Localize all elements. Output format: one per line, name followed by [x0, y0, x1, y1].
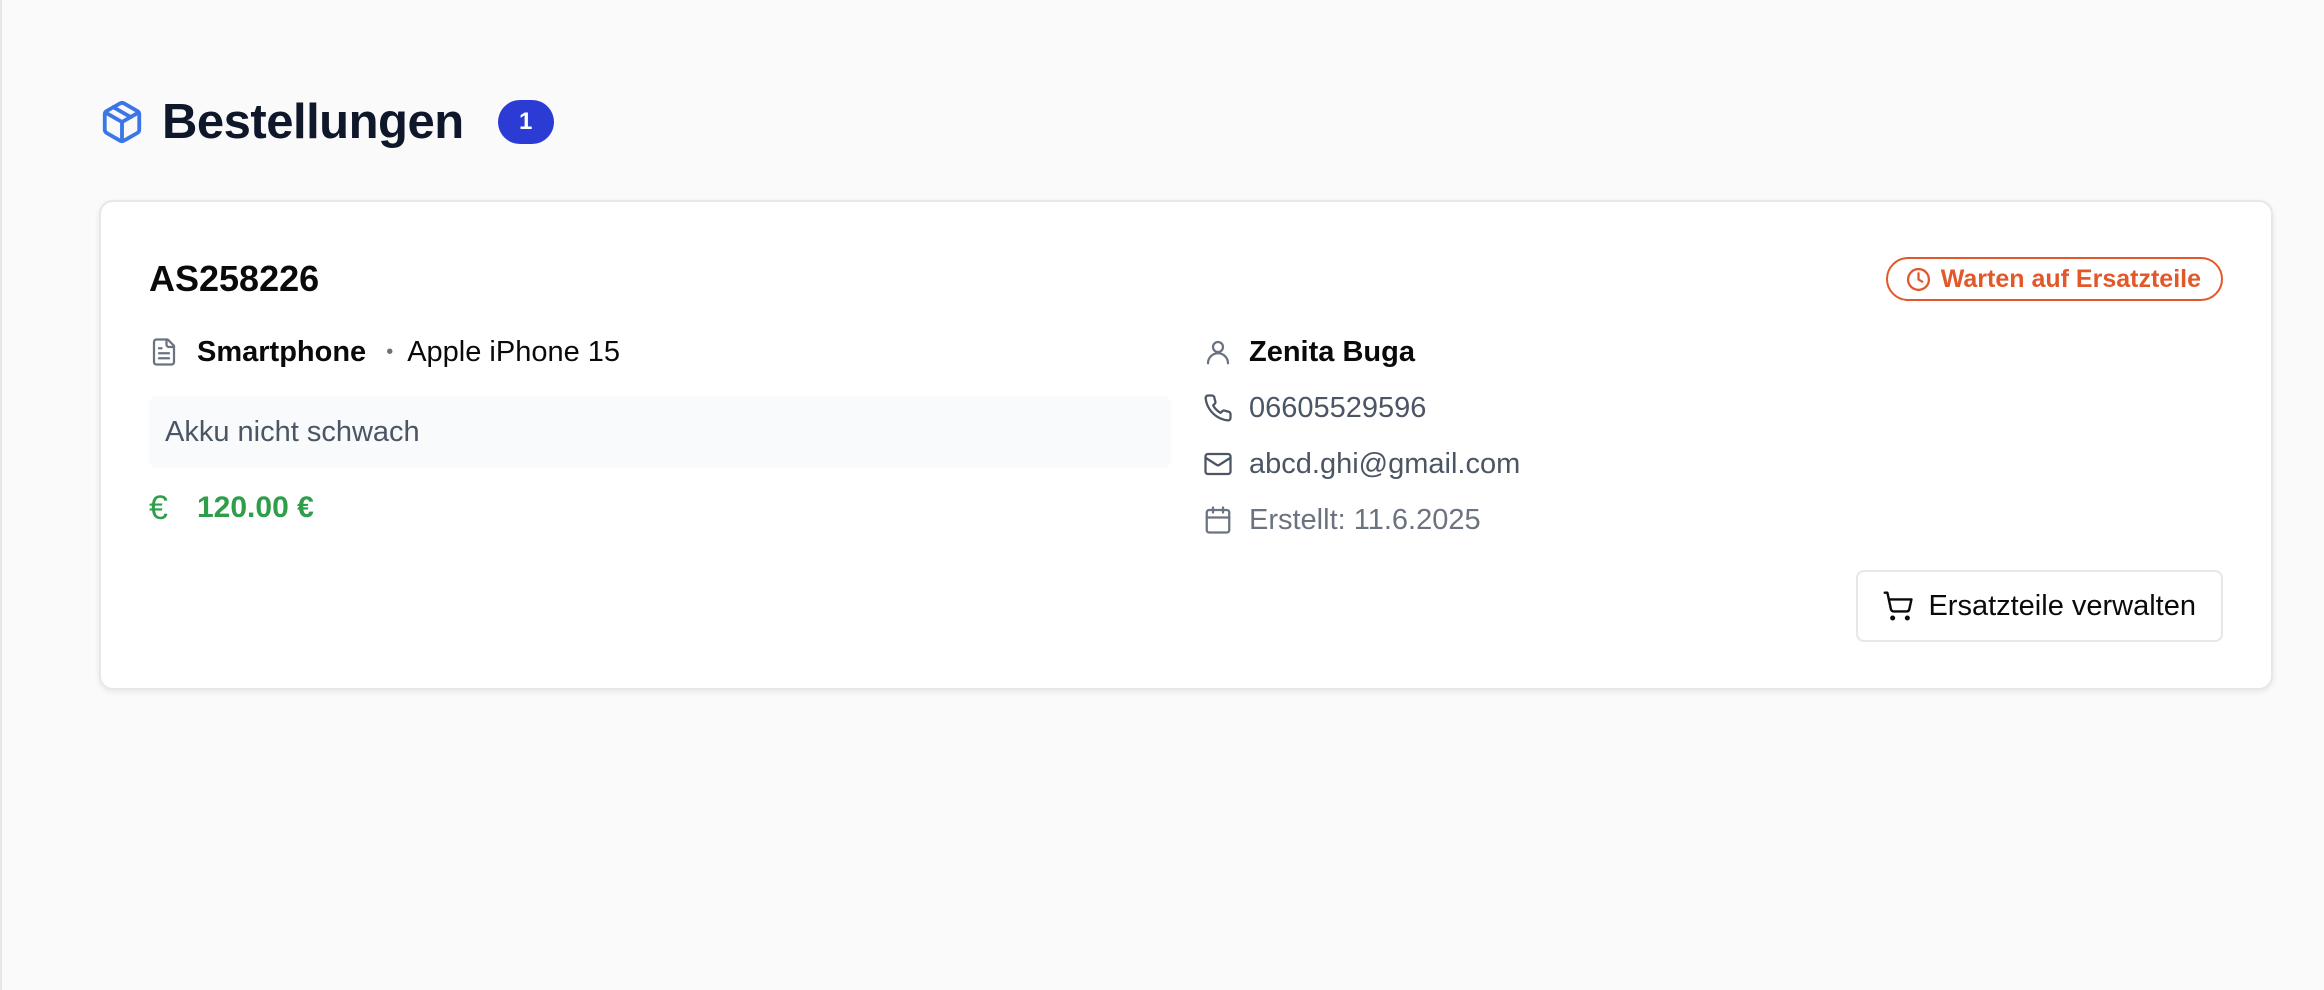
order-price: 120.00 € — [197, 491, 314, 524]
separator-dot: • — [386, 340, 394, 363]
created-date: Erstellt: 11.6.2025 — [1249, 503, 1481, 536]
device-row: Smartphone • Apple iPhone 15 — [149, 332, 1171, 372]
status-label: Warten auf Ersatzteile — [1940, 264, 2201, 293]
sidebar-divider — [0, 0, 2, 990]
euro-icon: € — [149, 488, 168, 527]
device-section: Smartphone • Apple iPhone 15 Akku nicht … — [149, 332, 1171, 528]
manage-parts-button[interactable]: Ersatzteile verwalten — [1856, 570, 2223, 642]
status-badge: Warten auf Ersatzteile — [1885, 257, 2223, 301]
customer-name-row: Zenita Buga — [1201, 332, 1520, 372]
customer-phone: 06605529596 — [1249, 391, 1427, 424]
page-title: Bestellungen — [162, 95, 464, 149]
user-icon — [1201, 335, 1235, 369]
order-id: AS258226 — [149, 258, 320, 299]
customer-section: Zenita Buga 06605529596 abcd.ghi@gmail.c… — [1201, 332, 1520, 556]
price-row: € 120.00 € — [149, 488, 1171, 528]
customer-email-row: abcd.ghi@gmail.com — [1201, 444, 1520, 484]
customer-email: abcd.ghi@gmail.com — [1249, 447, 1521, 480]
order-count-badge: 1 — [497, 100, 554, 144]
mail-icon — [1201, 447, 1235, 481]
package-icon — [98, 98, 146, 146]
page-header: Bestellungen 1 — [98, 92, 554, 152]
customer-name: Zenita Buga — [1249, 335, 1415, 368]
calendar-icon — [1201, 503, 1235, 537]
issue-description: Akku nicht schwach — [149, 396, 1171, 468]
device-model: Apple iPhone 15 — [407, 335, 621, 368]
created-date-row: Erstellt: 11.6.2025 — [1201, 500, 1520, 540]
customer-phone-row: 06605529596 — [1201, 388, 1520, 428]
order-card[interactable]: AS258226 Warten auf Ersatzteile Smartpho… — [99, 200, 2273, 690]
manage-parts-label: Ersatzteile verwalten — [1928, 589, 2196, 622]
phone-icon — [1201, 391, 1235, 425]
cart-icon — [1882, 589, 1916, 623]
device-type: Smartphone — [197, 335, 367, 368]
document-icon — [149, 336, 181, 368]
clock-icon — [1906, 266, 1932, 292]
